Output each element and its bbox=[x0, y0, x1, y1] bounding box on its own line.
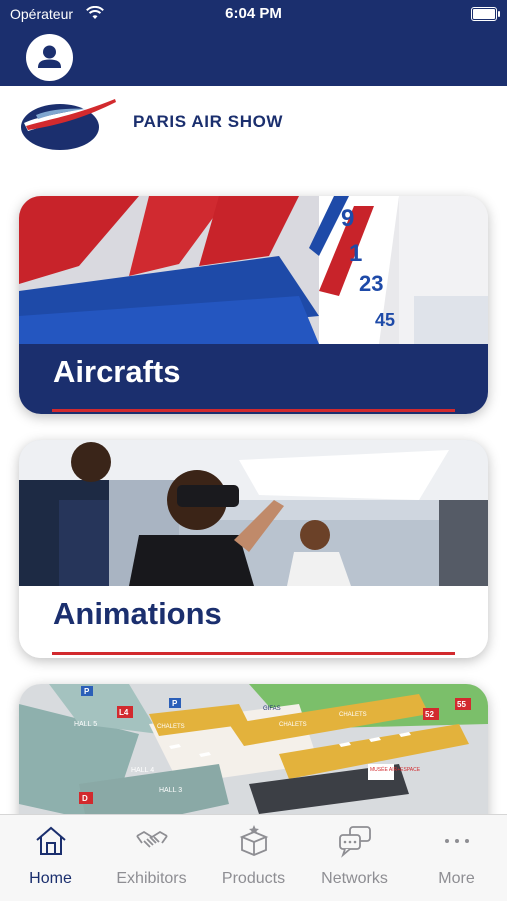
battery-icon bbox=[471, 7, 500, 21]
brand-title: PARIS AIR SHOW bbox=[133, 112, 284, 131]
map-label: D bbox=[82, 794, 88, 803]
svg-text:45: 45 bbox=[375, 310, 395, 330]
map-label: HALL 3 bbox=[159, 787, 182, 794]
aircrafts-title: Aircrafts bbox=[53, 354, 181, 389]
animations-card[interactable]: Animations bbox=[19, 440, 488, 658]
tab-more[interactable]: More bbox=[406, 815, 507, 901]
tab-home[interactable]: Home bbox=[0, 815, 101, 901]
tab-more-label: More bbox=[438, 870, 475, 887]
tab-exhibitors-label: Exhibitors bbox=[116, 870, 187, 887]
aircrafts-card[interactable]: 9 1 23 45 Aircrafts bbox=[19, 196, 488, 414]
tab-exhibitors[interactable]: Exhibitors bbox=[101, 815, 202, 901]
more-dots-icon bbox=[445, 839, 469, 843]
tab-products[interactable]: Products bbox=[203, 815, 304, 901]
clock: 6:04 PM bbox=[225, 5, 282, 22]
map-label: L4 bbox=[119, 708, 129, 717]
tab-networks-label: Networks bbox=[321, 870, 388, 887]
map-label: 55 bbox=[457, 700, 466, 709]
map-label: GIFAS bbox=[263, 706, 281, 712]
top-navigation-bar bbox=[0, 28, 507, 86]
map-label: 52 bbox=[425, 710, 434, 719]
tab-networks[interactable]: Networks bbox=[304, 815, 405, 901]
aircrafts-underline bbox=[52, 409, 455, 412]
animations-title: Animations bbox=[53, 596, 222, 631]
home-icon bbox=[36, 826, 66, 855]
tab-products-label: Products bbox=[221, 870, 286, 887]
animations-title-band: Animations bbox=[19, 586, 488, 658]
animations-image bbox=[19, 440, 488, 586]
map-label: P bbox=[172, 699, 178, 708]
user-icon bbox=[38, 45, 61, 68]
animations-underline bbox=[52, 652, 455, 655]
map-label: MUSÉE AIR+ESPACE bbox=[370, 766, 421, 773]
chat-bubbles-icon bbox=[339, 826, 371, 858]
svg-text:23: 23 bbox=[359, 271, 383, 296]
aircrafts-image: 9 1 23 45 bbox=[19, 196, 488, 344]
bottom-tab-bar: Home Exhibitors Products Networks More bbox=[0, 814, 507, 901]
map-label: CHALETS bbox=[279, 722, 307, 728]
svg-text:9: 9 bbox=[341, 205, 354, 232]
aircrafts-title-band: Aircrafts bbox=[19, 344, 488, 414]
box-icon bbox=[239, 825, 269, 856]
handshake-icon bbox=[136, 830, 168, 848]
status-bar: Opérateur 6:04 PM bbox=[0, 0, 507, 28]
map-label: P bbox=[84, 687, 90, 696]
map-label: HALL 5 bbox=[74, 721, 97, 728]
tab-home-label: Home bbox=[29, 870, 72, 887]
paris-air-show-logo bbox=[21, 99, 116, 150]
brand-header: PARIS AIR SHOW bbox=[0, 86, 507, 166]
map-label: CHALETS bbox=[157, 724, 185, 730]
map-label: CHALETS bbox=[339, 712, 367, 718]
profile-button[interactable] bbox=[26, 34, 73, 81]
map-label: HALL 4 bbox=[131, 767, 154, 774]
svg-text:1: 1 bbox=[349, 240, 362, 267]
